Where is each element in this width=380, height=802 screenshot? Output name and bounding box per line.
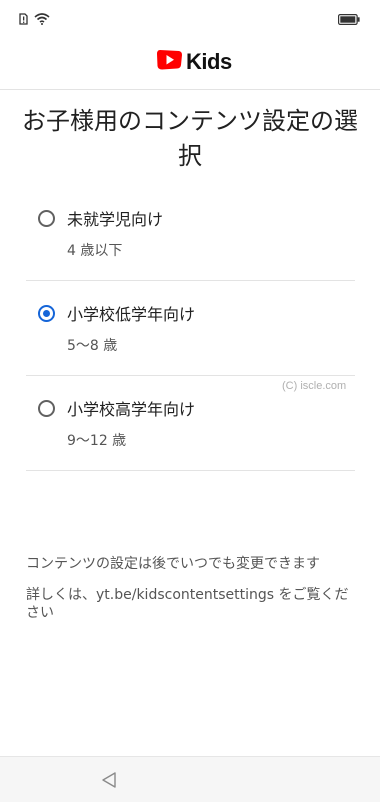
content-options: 未就学児向け 4 歳以下 小学校低学年向け 5〜8 歳 小学校高学年向け 9〜1…: [26, 186, 355, 471]
option-younger[interactable]: 小学校低学年向け 5〜8 歳: [26, 281, 355, 376]
note-change-later: コンテンツの設定は後でいつでも変更できます: [26, 556, 320, 572]
wifi-icon: [34, 10, 50, 29]
radio-button-selected[interactable]: [38, 305, 55, 322]
option-age: 9〜12 歳: [67, 433, 127, 449]
page-title: お子様用のコンテンツ設定の選択: [22, 107, 358, 170]
system-nav-bar: [0, 756, 380, 802]
option-preschool[interactable]: 未就学児向け 4 歳以下: [26, 186, 355, 281]
logo-text: Kids: [186, 49, 232, 74]
battery-icon: [338, 10, 360, 29]
option-label: 小学校高学年向け: [67, 400, 196, 419]
youtube-play-icon: [156, 49, 183, 75]
watermark: (C) iscle.com: [282, 380, 347, 392]
radio-button[interactable]: [38, 210, 55, 227]
option-age: 5〜8 歳: [67, 338, 118, 354]
radio-button[interactable]: [38, 400, 55, 417]
triangle-back-icon[interactable]: [98, 769, 120, 791]
status-bar: [0, 0, 380, 32]
note-details: 詳しくは、yt.be/kidscontentsettings をご覧ください: [26, 587, 349, 621]
youtube-kids-logo: Kids: [156, 49, 232, 75]
option-age: 4 歳以下: [67, 243, 123, 259]
option-label: 小学校低学年向け: [67, 305, 196, 324]
option-label: 未就学児向け: [67, 210, 164, 229]
app-header: Kids: [0, 32, 380, 90]
sim-alert-icon: [19, 10, 28, 29]
